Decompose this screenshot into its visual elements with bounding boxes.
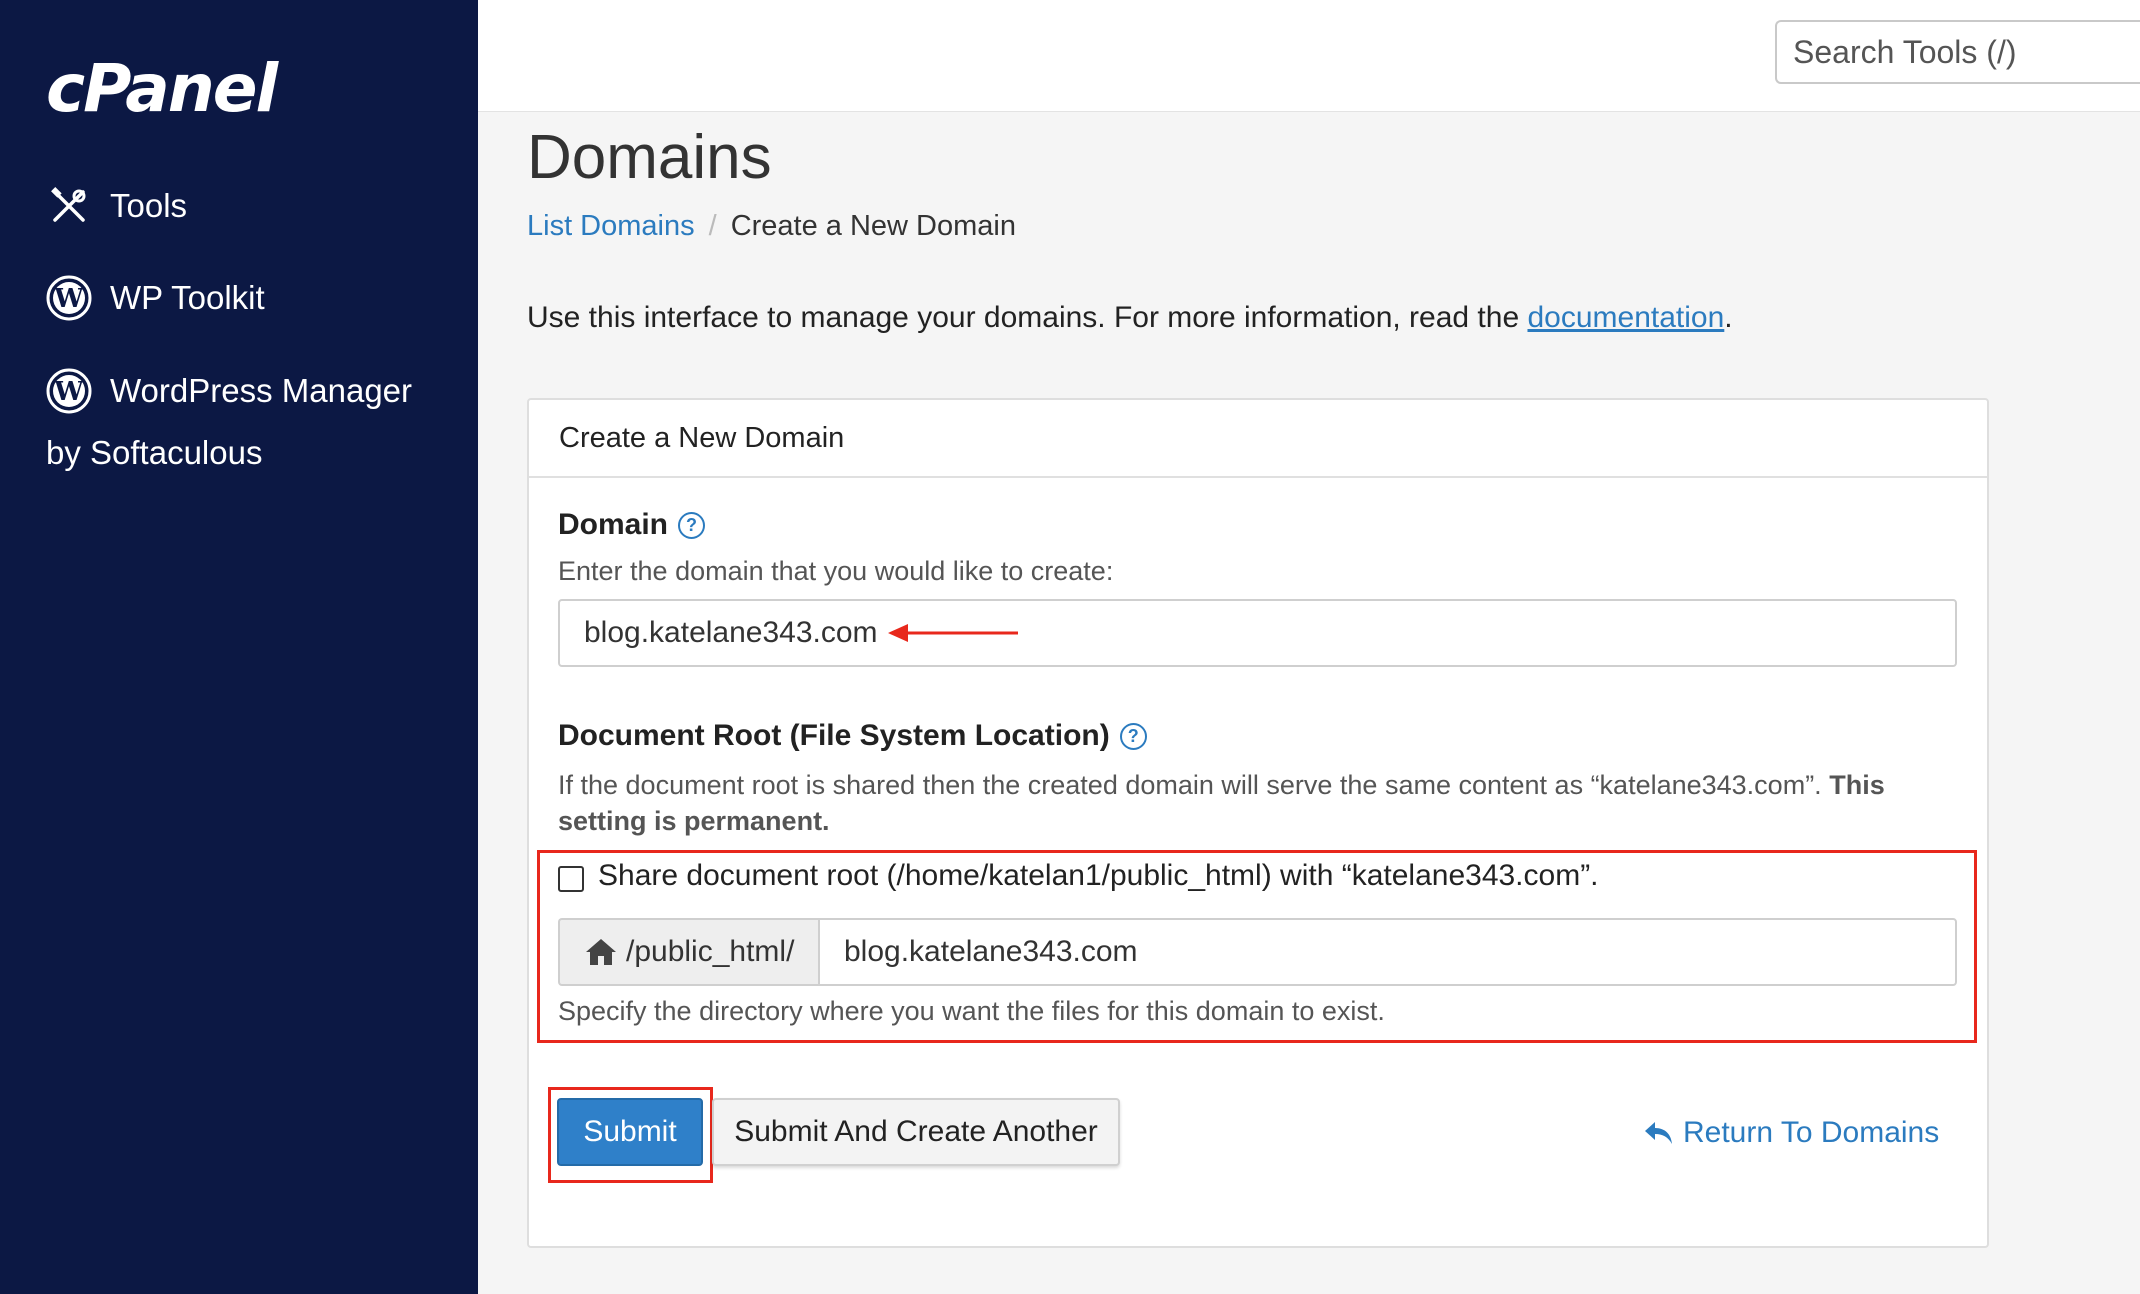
home-icon <box>586 939 616 965</box>
annotation-arrow-icon <box>888 624 1018 642</box>
submit-button[interactable]: Submit <box>557 1098 703 1166</box>
breadcrumb-current: Create a New Domain <box>730 210 1016 242</box>
sidebar-item-label-secondary[interactable]: by Softaculous <box>46 434 262 472</box>
intro-text-end: . <box>1724 301 1733 334</box>
sidebar-item-wordpress-manager[interactable]: W WordPress Manager <box>46 368 412 414</box>
document-root-hint-text: If the document root is shared then the … <box>558 770 1830 800</box>
svg-text:W: W <box>53 284 84 314</box>
page-title: Domains <box>527 123 772 192</box>
document-root-hint-bold-2: setting is permanent. <box>558 806 830 836</box>
documentation-link[interactable]: documentation <box>1527 301 1724 334</box>
sidebar-item-label: Tools <box>110 187 188 224</box>
document-root-hint-bold: This <box>1829 770 1885 800</box>
sidebar: cPanel Tools W WP Toolkit W WordPress Ma… <box>0 0 478 1294</box>
domain-input[interactable] <box>558 599 1957 667</box>
wordpress-icon: W <box>46 368 92 414</box>
wordpress-icon: W <box>46 275 92 321</box>
sidebar-item-label: WP Toolkit <box>110 279 265 316</box>
document-root-prefix: /public_html/ <box>558 918 820 986</box>
reply-arrow-icon <box>1643 1119 1675 1147</box>
document-root-input[interactable] <box>818 918 1957 986</box>
document-root-help: Specify the directory where you want the… <box>558 996 1385 1026</box>
help-icon[interactable]: ? <box>1119 722 1147 750</box>
document-root-prefix-text: /public_html/ <box>626 935 795 968</box>
domain-label-text: Domain <box>558 508 669 541</box>
breadcrumb: List Domains / Create a New Domain <box>527 210 1016 243</box>
cpanel-logo[interactable]: cPanel <box>46 50 278 127</box>
svg-text:W: W <box>53 377 84 407</box>
return-to-domains-link[interactable]: Return To Domains <box>1643 1116 1939 1150</box>
sidebar-item-label: WordPress Manager <box>110 372 413 409</box>
tools-icon <box>46 183 92 229</box>
panel-title: Create a New Domain <box>529 400 1987 478</box>
document-root-hint: If the document root is shared then the … <box>558 767 1968 839</box>
domain-hint: Enter the domain that you would like to … <box>558 556 1114 586</box>
domain-label: Domain ? <box>558 508 706 542</box>
share-document-root-label[interactable]: Share document root (/home/katelan1/publ… <box>598 859 1599 893</box>
intro-text: Use this interface to manage your domain… <box>527 301 1733 335</box>
submit-and-create-another-button[interactable]: Submit And Create Another <box>712 1098 1120 1166</box>
share-document-root-checkbox[interactable] <box>558 866 584 892</box>
document-root-label: Document Root (File System Location) ? <box>558 719 1147 753</box>
breadcrumb-list-domains-link[interactable]: List Domains <box>527 210 695 243</box>
sidebar-item-tools[interactable]: Tools <box>46 183 187 229</box>
breadcrumb-separator: / <box>708 210 717 242</box>
document-root-label-text: Document Root (File System Location) <box>558 719 1110 752</box>
return-to-domains-label: Return To Domains <box>1683 1116 1940 1149</box>
search-tools-input[interactable] <box>1775 20 2140 84</box>
help-icon[interactable]: ? <box>678 511 706 539</box>
intro-text-body: Use this interface to manage your domain… <box>527 301 1528 334</box>
sidebar-item-wp-toolkit[interactable]: W WP Toolkit <box>46 275 265 321</box>
